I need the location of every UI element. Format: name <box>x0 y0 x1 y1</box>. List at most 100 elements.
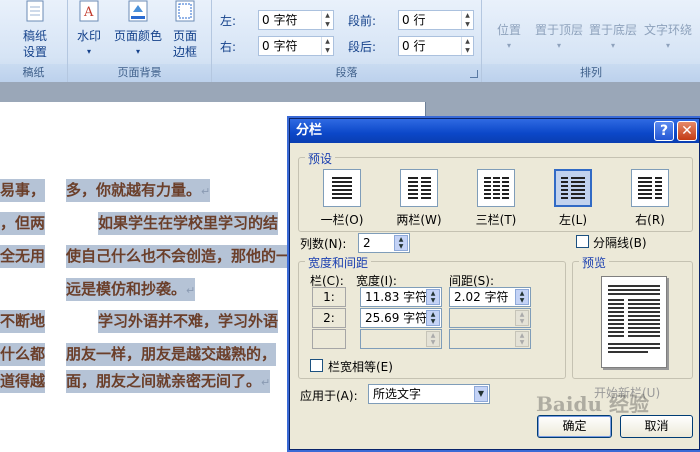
text-line-5-right: 学习外语并不难，学习外语 <box>98 310 279 333</box>
column-2-width-spin-icon[interactable]: ▲ ▼ <box>426 310 440 326</box>
dialog-title: 分栏 <box>296 123 323 138</box>
bring-front-label: 置于顶层 <box>534 23 583 37</box>
column-2-spacing-spin-icon: ▲ ▼ <box>515 310 529 326</box>
page-color-label: 页面颜色 <box>113 29 162 43</box>
apply-to-select[interactable]: 所选文字 ▼ <box>368 384 490 404</box>
separator-label: 分隔线(B) <box>593 236 647 250</box>
left-column-icon <box>554 169 592 207</box>
preset-left[interactable]: 左(L) <box>540 169 606 228</box>
column-1-width-input[interactable]: 11.83 字符 ▲ ▼ <box>360 287 442 307</box>
indent-left-input[interactable]: 0 字符 ▲ ▼ <box>258 10 334 30</box>
apply-to-value: 所选文字 <box>373 387 422 401</box>
text-line-7-right: 面，朋友之间就亲密无间了。↵ <box>66 370 271 393</box>
text-wrap-dropdown-icon: ▾ <box>665 41 670 50</box>
column-1-spacing-value: 2.02 字符 <box>454 290 509 304</box>
column-3-spacing-input: ▲ ▼ <box>449 329 531 349</box>
text-line-1-right: 多，你就越有力量。↵ <box>66 179 211 202</box>
ok-button[interactable]: 确定 <box>537 415 612 438</box>
column-1-number: 1: <box>312 287 346 307</box>
two-columns-icon <box>400 169 438 207</box>
indent-right-input[interactable]: 0 字符 ▲ ▼ <box>258 36 334 56</box>
paragraph-mark-icon: ↵ <box>201 185 211 198</box>
draft-group-label: 稿纸 <box>0 64 67 82</box>
send-back-button[interactable]: 置于底层 ▾ <box>586 22 640 54</box>
preview-page <box>601 276 667 368</box>
indent-left-spin-icon[interactable]: ▲ ▼ <box>321 11 333 29</box>
bring-front-dropdown-icon: ▾ <box>556 41 561 50</box>
column-1-spacing-spin-icon[interactable]: ▲ ▼ <box>515 289 529 305</box>
text-line-2-right: 如果学生在学校里学习的结 <box>98 212 279 235</box>
page-borders-label-1: 页面 <box>172 29 197 43</box>
space-after-value: 0 行 <box>402 39 426 53</box>
paragraph-mark-icon: ↵ <box>261 376 271 389</box>
page-color-button[interactable]: 页面颜色 ▾ <box>110 0 166 60</box>
space-before-input[interactable]: 0 行 ▲ ▼ <box>398 10 474 30</box>
text-line-6-right: 朋友一样，朋友是越交越熟的， <box>66 343 277 366</box>
space-after-spin-icon[interactable]: ▲ ▼ <box>461 37 473 55</box>
space-after-label: 段后: <box>348 39 377 54</box>
text-wrap-label: 文字环绕 <box>643 23 692 37</box>
indent-right-value: 0 字符 <box>262 39 298 53</box>
watermark-button[interactable]: A 水印 ▾ <box>72 0 106 60</box>
one-column-icon <box>323 169 361 207</box>
indent-right-spin-icon[interactable]: ▲ ▼ <box>321 37 333 55</box>
width-spacing-legend: 宽度和间距 <box>305 254 372 271</box>
space-after-input[interactable]: 0 行 ▲ ▼ <box>398 36 474 56</box>
space-before-row: 段前: 0 行 ▲ ▼ <box>348 9 474 31</box>
num-columns-label: 列数(N): <box>300 237 347 251</box>
text-wrap-button[interactable]: 文字环绕 ▾ <box>640 22 696 54</box>
equal-width-checkbox[interactable] <box>310 359 323 372</box>
preset-three-columns[interactable]: 三栏(T) <box>463 169 529 228</box>
preview-legend: 预览 <box>579 254 610 271</box>
ribbon: 稿纸 设置 稿纸 A 水印 ▾ 页面颜色 ▾ 页面 边框 页面背景 左: 0 字… <box>0 0 700 82</box>
bring-front-button[interactable]: 置于顶层 ▾ <box>532 22 586 54</box>
space-after-row: 段后: 0 行 ▲ ▼ <box>348 35 474 57</box>
page-color-dropdown-icon: ▾ <box>135 47 140 56</box>
column-1-width-spin-icon[interactable]: ▲ ▼ <box>426 289 440 305</box>
indent-right-label: 右: <box>220 39 237 54</box>
ribbon-group-draft: 稿纸 设置 稿纸 <box>0 0 68 82</box>
watermark-label: 水印 <box>76 29 101 43</box>
column-3-width-spin-icon: ▲ ▼ <box>426 331 440 347</box>
close-button[interactable]: ✕ <box>677 121 697 141</box>
paragraph-launcher-icon[interactable] <box>470 70 478 78</box>
dialog-titlebar[interactable]: 分栏 ? ✕ <box>290 119 699 143</box>
position-button[interactable]: 位置 ▾ <box>490 22 528 54</box>
draft-settings-label-2: 设置 <box>22 45 47 59</box>
ribbon-group-arrange: 位置 ▾ 置于顶层 ▾ 置于底层 ▾ 文字环绕 ▾ 排列 <box>482 0 700 82</box>
separator-checkbox[interactable] <box>576 235 589 248</box>
column-1-spacing-input[interactable]: 2.02 字符 ▲ ▼ <box>449 287 531 307</box>
num-columns-value: 2 <box>363 236 371 250</box>
position-label: 位置 <box>496 23 521 37</box>
position-dropdown-icon: ▾ <box>506 41 511 50</box>
cancel-button[interactable]: 取消 <box>620 415 693 438</box>
svg-text:A: A <box>83 5 94 20</box>
column-1-width-value: 11.83 字符 <box>365 290 428 304</box>
send-back-label: 置于底层 <box>588 23 637 37</box>
text-line-4-right-text: 远是模仿和抄袭。 <box>66 280 187 298</box>
apply-to-dropdown-icon[interactable]: ▼ <box>474 386 488 402</box>
page-borders-button[interactable]: 页面 边框 <box>168 0 202 60</box>
preset-two-columns[interactable]: 两栏(W) <box>386 169 452 228</box>
help-button[interactable]: ? <box>654 121 674 141</box>
num-columns-input[interactable]: 2 ▲ ▼ <box>358 233 410 253</box>
num-columns-spin-icon[interactable]: ▲ ▼ <box>394 235 408 251</box>
preset-right-label: 右(R) <box>635 213 665 227</box>
text-line-3-left: 全无用 <box>0 245 46 268</box>
arrange-group-label: 排列 <box>482 64 700 82</box>
space-before-spin-icon[interactable]: ▲ ▼ <box>461 11 473 29</box>
text-line-1-right-text: 多，你就越有力量。 <box>66 181 202 199</box>
apply-to-label: 应用于(A): <box>300 389 358 403</box>
draft-paper-icon <box>14 0 56 26</box>
text-line-7-right-text: 面，朋友之间就亲密无间了。 <box>66 372 262 390</box>
indent-right-row: 右: 0 字符 ▲ ▼ <box>220 35 334 57</box>
preset-one-column[interactable]: 一栏(O) <box>309 169 375 228</box>
column-2-width-input[interactable]: 25.69 字符 ▲ ▼ <box>360 308 442 328</box>
draft-settings-button[interactable]: 稿纸 设置 <box>14 0 56 60</box>
page-borders-icon <box>168 0 202 26</box>
paragraph-mark-icon: ↵ <box>186 284 196 297</box>
right-column-icon <box>631 169 669 207</box>
draft-settings-label-1: 稿纸 <box>22 29 47 43</box>
space-before-value: 0 行 <box>402 13 426 27</box>
preset-right[interactable]: 右(R) <box>617 169 683 228</box>
